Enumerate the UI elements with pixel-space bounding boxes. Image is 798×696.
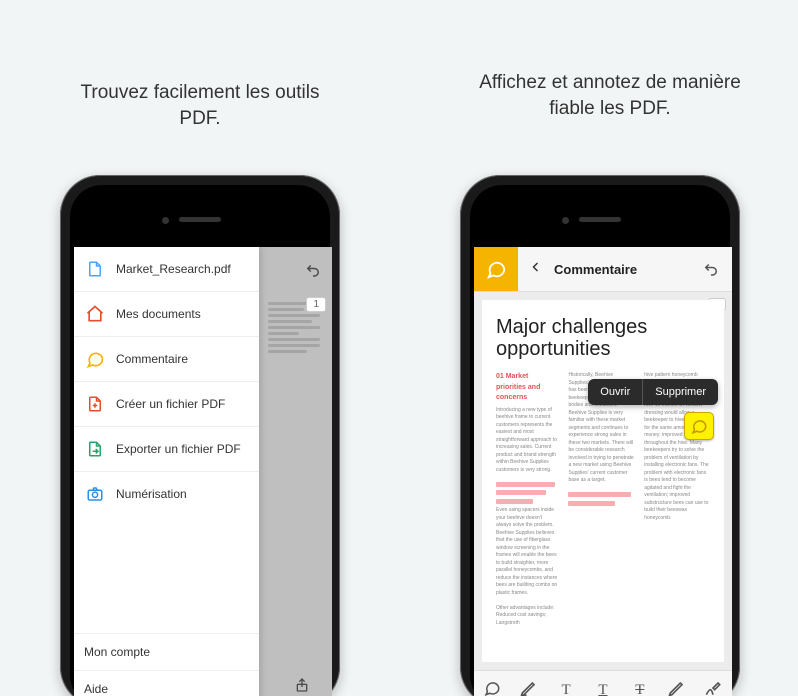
menu-item-documents[interactable]: Mes documents: [74, 292, 259, 337]
menu-label: Aide: [84, 682, 108, 696]
menu-label: Market_Research.pdf: [116, 262, 231, 276]
tool-comment-icon[interactable]: [482, 679, 502, 696]
annotation-toolbar: T T T: [474, 670, 732, 696]
comment-mode-icon[interactable]: [474, 247, 518, 291]
document-viewport[interactable]: 1 Major challenges opportunities 01 Mark…: [474, 292, 732, 670]
home-icon: [84, 303, 106, 325]
highlight-annotation[interactable]: [568, 492, 630, 497]
back-button[interactable]: [518, 258, 554, 281]
sticky-note-annotation[interactable]: [684, 412, 714, 440]
menu-label: Numérisation: [116, 487, 187, 501]
right-screen: Commentaire 1 Major challenges opportuni…: [474, 247, 732, 696]
caption-left: Trouvez facilement les outils PDF.: [60, 80, 340, 131]
menu-item-export-pdf[interactable]: Exporter un fichier PDF: [74, 427, 259, 472]
highlight-annotation[interactable]: [568, 501, 614, 506]
menu-item-account[interactable]: Mon compte: [74, 633, 259, 670]
tool-text-icon[interactable]: T: [556, 682, 576, 696]
phone-left: 1 Market_Research.pdf: [60, 175, 340, 696]
undo-icon[interactable]: [702, 260, 720, 283]
document-page: Major challenges opportunities 01 Market…: [482, 300, 724, 662]
menu-label: Exporter un fichier PDF: [116, 442, 241, 456]
popover-open[interactable]: Ouvrir: [588, 379, 642, 405]
create-pdf-icon: [84, 393, 106, 415]
highlight-annotation[interactable]: [496, 482, 555, 487]
caption-right: Affichez et annotez de manière fiable le…: [470, 70, 750, 121]
side-menu: Market_Research.pdf Mes documents: [74, 247, 259, 696]
tool-draw-icon[interactable]: [667, 678, 687, 696]
export-pdf-icon: [84, 438, 106, 460]
phone-notch: [74, 189, 326, 247]
menu-item-help[interactable]: Aide: [74, 670, 259, 696]
tool-highlight-icon[interactable]: [519, 678, 539, 696]
menu-label: Mes documents: [116, 307, 201, 321]
annotation-popover: Ouvrir Supprimer: [588, 379, 718, 405]
tool-strike-icon[interactable]: T: [630, 682, 650, 696]
page-number-badge: 1: [306, 297, 326, 312]
tool-underline-icon[interactable]: T: [593, 682, 613, 696]
menu-label: Commentaire: [116, 352, 188, 366]
header-title: Commentaire: [554, 262, 637, 277]
menu-item-comment[interactable]: Commentaire: [74, 337, 259, 382]
highlight-annotation[interactable]: [496, 490, 546, 495]
camera-icon: [84, 483, 106, 505]
popover-delete[interactable]: Supprimer: [642, 379, 718, 405]
menu-item-create-pdf[interactable]: Créer un fichier PDF: [74, 382, 259, 427]
doc-subheading: 01 Market priorities and concerns: [496, 372, 558, 404]
left-screen: 1 Market_Research.pdf: [74, 247, 332, 696]
phone-right: Commentaire 1 Major challenges opportuni…: [460, 175, 740, 696]
menu-item-scan[interactable]: Numérisation: [74, 472, 259, 516]
menu-item-file[interactable]: Market_Research.pdf: [74, 247, 259, 292]
comment-header: Commentaire: [474, 247, 732, 292]
menu-label: Mon compte: [84, 645, 150, 659]
tool-sign-icon[interactable]: [703, 678, 723, 696]
menu-label: Créer un fichier PDF: [116, 397, 225, 411]
highlight-annotation[interactable]: [496, 499, 533, 504]
phone-notch: [474, 189, 726, 247]
doc-heading: Major challenges opportunities: [496, 316, 710, 360]
comment-icon: [84, 348, 106, 370]
file-icon: [84, 258, 106, 280]
